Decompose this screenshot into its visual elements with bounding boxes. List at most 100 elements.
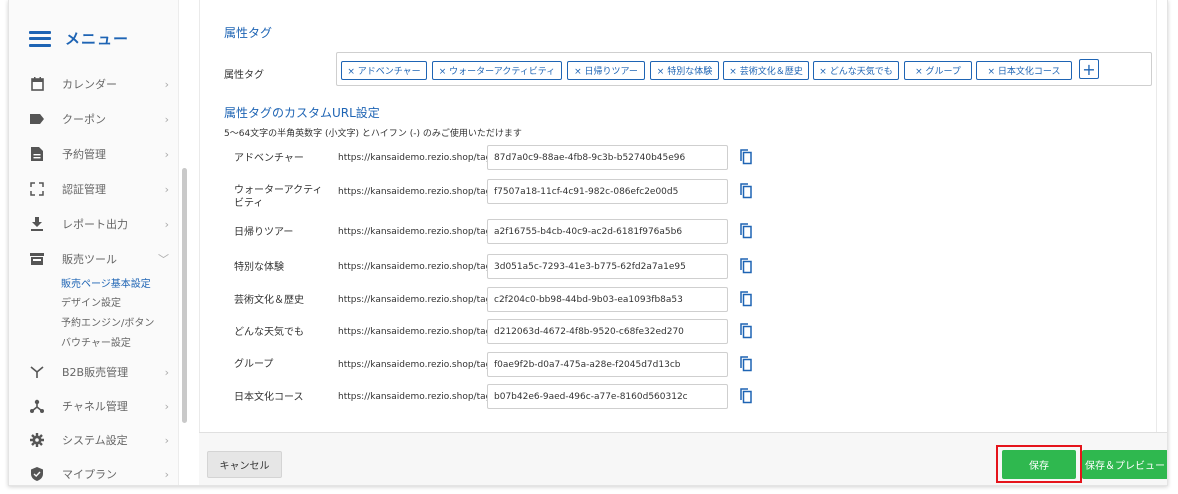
tag-chip[interactable]: × 日本文化コース [976, 61, 1072, 80]
copy-icon[interactable] [740, 183, 752, 199]
menu-header[interactable]: メニュー [29, 28, 129, 49]
copy-icon[interactable] [740, 223, 752, 239]
url-prefix: https://kansaidemo.rezio.shop/tag/ [338, 153, 495, 163]
main-content: 属性タグ 属性タグ × アドベンチャー × ウォーターアクティビティ × 日帰り… [187, 0, 1167, 485]
sidebar-item-label: クーポン [62, 113, 106, 126]
url-slug-input[interactable]: b07b42e6-9aed-496c-a77e-8160d560312c [487, 384, 728, 409]
sidebar-item-label: システム設定 [62, 434, 128, 447]
attribute-tags-section-title: 属性タグ [224, 26, 273, 40]
sidebar-item-system-settings[interactable]: システム設定 › [29, 429, 169, 451]
url-row-label: 日本文化コース [234, 392, 304, 403]
sidebar-item-label: 認証管理 [62, 183, 106, 196]
settings-panel: 属性タグ 属性タグ × アドベンチャー × ウォーターアクティビティ × 日帰り… [199, 0, 1157, 432]
tag-chip[interactable]: × どんな天気でも [813, 61, 899, 80]
document-icon [29, 146, 45, 162]
chevron-right-icon: › [164, 217, 169, 231]
url-slug-input[interactable]: 3d051a5c-7293-41e3-b775-62fd2a7a1e95 [487, 254, 728, 279]
tag-icon [29, 111, 45, 127]
chevron-right-icon: › [164, 77, 169, 91]
sidebar-item-my-plan[interactable]: マイプラン › [29, 463, 169, 485]
sidebar-item-label: カレンダー [62, 78, 117, 91]
gear-icon [29, 432, 45, 448]
copy-icon[interactable] [740, 356, 752, 372]
tag-chip[interactable]: × 芸術文化＆歴史 [723, 61, 809, 80]
b2b-icon [29, 364, 45, 380]
sidebar-item-channels[interactable]: チャネル管理 › [29, 395, 169, 417]
copy-icon[interactable] [740, 258, 752, 274]
chevron-right-icon: › [164, 467, 169, 481]
sidebar-item-sales-tools[interactable]: 販売ツール ﹀ [29, 248, 169, 270]
sidebar-item-label: 予約管理 [62, 148, 106, 161]
copy-icon[interactable] [740, 149, 752, 165]
sidebar-item-calendar[interactable]: カレンダー › [29, 73, 169, 95]
tag-chip[interactable]: × アドベンチャー [341, 61, 427, 80]
chevron-right-icon: › [164, 112, 169, 126]
save-and-preview-button[interactable]: 保存＆プレビュー [1082, 450, 1167, 479]
tag-chip[interactable]: × 日帰りツアー [567, 61, 645, 80]
submenu-item-voucher-settings[interactable]: バウチャー設定 [61, 334, 131, 349]
download-icon [29, 216, 45, 232]
sidebar-item-coupon[interactable]: クーポン › [29, 108, 169, 130]
sidebar-item-label: チャネル管理 [62, 400, 128, 413]
store-icon [29, 251, 45, 267]
save-button[interactable]: 保存 [1002, 450, 1076, 479]
chevron-right-icon: › [164, 147, 169, 161]
chevron-right-icon: › [164, 433, 169, 447]
url-slug-input[interactable]: c2f204c0-bb98-44bd-9b03-ea1093fb8a53 [487, 287, 728, 312]
sidebar-item-authentication[interactable]: 認証管理 › [29, 178, 169, 200]
url-prefix: https://kansaidemo.rezio.shop/tag/ [338, 295, 495, 305]
sidebar-item-label: B2B販売管理 [62, 366, 129, 379]
url-slug-input[interactable]: 87d7a0c9-88ae-4fb8-9c3b-b52740b45e96 [487, 145, 728, 170]
hamburger-icon[interactable] [29, 30, 51, 47]
attribute-tags-field[interactable]: × アドベンチャー × ウォーターアクティビティ × 日帰りツアー × 特別な体… [336, 52, 1152, 86]
url-prefix: https://kansaidemo.rezio.shop/tag/ [338, 327, 495, 337]
chevron-right-icon: › [164, 182, 169, 196]
copy-icon[interactable] [740, 323, 752, 339]
url-prefix: https://kansaidemo.rezio.shop/tag/ [338, 187, 495, 197]
url-row-label: 特別な体験 [234, 262, 284, 273]
copy-icon[interactable] [740, 388, 752, 404]
scan-icon [29, 181, 45, 197]
custom-url-section-title: 属性タグのカスタムURL設定 [224, 106, 380, 120]
submenu-item-booking-engine[interactable]: 予約エンジン/ボタン [61, 314, 154, 329]
tag-chip[interactable]: × グループ [904, 61, 972, 80]
url-slug-input[interactable]: f7507a18-11cf-4c91-982c-086efc2e00d5 [487, 179, 728, 204]
add-tag-button[interactable]: + [1079, 59, 1099, 79]
url-row-label: 日帰りツアー [234, 227, 294, 238]
sidebar-item-reports[interactable]: レポート出力 › [29, 213, 169, 235]
submenu-item-sales-page-settings[interactable]: 販売ページ基本設定 [61, 275, 151, 290]
shield-icon [29, 466, 45, 482]
calendar-icon [29, 76, 45, 92]
url-row-label: ウォーターアクティビティ [234, 185, 323, 209]
sidebar-item-label: レポート出力 [62, 218, 128, 231]
url-slug-input[interactable]: a2f16755-b4cb-40c9-ac2d-6181f976a5b6 [487, 219, 728, 244]
submenu-item-design-settings[interactable]: デザイン設定 [61, 294, 121, 309]
url-slug-input[interactable]: d212063d-4672-4f8b-9520-c68fe32ed270 [487, 319, 728, 344]
chevron-down-icon: ﹀ [158, 253, 169, 266]
url-prefix: https://kansaidemo.rezio.shop/tag/ [338, 392, 495, 402]
url-row-label: どんな天気でも [234, 327, 304, 338]
sidebar-item-reservations[interactable]: 予約管理 › [29, 143, 169, 165]
chevron-right-icon: › [164, 399, 169, 413]
url-row-label: グループ [234, 359, 274, 370]
sidebar: メニュー カレンダー › クーポン › 予約管理 › 認証管理 › レポート出力… [9, 0, 179, 485]
sidebar-item-label: 販売ツール [62, 253, 117, 266]
app-window: メニュー カレンダー › クーポン › 予約管理 › 認証管理 › レポート出力… [8, 0, 1168, 486]
cancel-button[interactable]: キャンセル [207, 451, 282, 478]
menu-title: メニュー [65, 30, 130, 48]
copy-icon[interactable] [740, 291, 752, 307]
url-prefix: https://kansaidemo.rezio.shop/tag/ [338, 360, 495, 370]
network-icon [29, 398, 45, 414]
url-prefix: https://kansaidemo.rezio.shop/tag/ [338, 227, 495, 237]
attribute-tags-label: 属性タグ [224, 70, 264, 81]
tag-chip[interactable]: × 特別な体験 [650, 61, 719, 80]
url-row-label: 芸術文化＆歴史 [234, 295, 304, 306]
url-prefix: https://kansaidemo.rezio.shop/tag/ [338, 262, 495, 272]
sidebar-item-b2b-sales[interactable]: B2B販売管理 › [29, 361, 169, 383]
action-footer: キャンセル 保存 保存＆プレビュー [199, 432, 1167, 485]
url-row-label: アドベンチャー [234, 153, 304, 164]
custom-url-note: 5〜64文字の半角英数字 (小文字) とハイフン (-) のみご使用いただけます [224, 129, 522, 139]
sidebar-item-label: マイプラン [62, 468, 117, 481]
tag-chip[interactable]: × ウォーターアクティビティ [432, 61, 562, 80]
url-slug-input[interactable]: f0ae9f2b-d0a7-475a-a28e-f2045d7d13cb [487, 352, 728, 377]
